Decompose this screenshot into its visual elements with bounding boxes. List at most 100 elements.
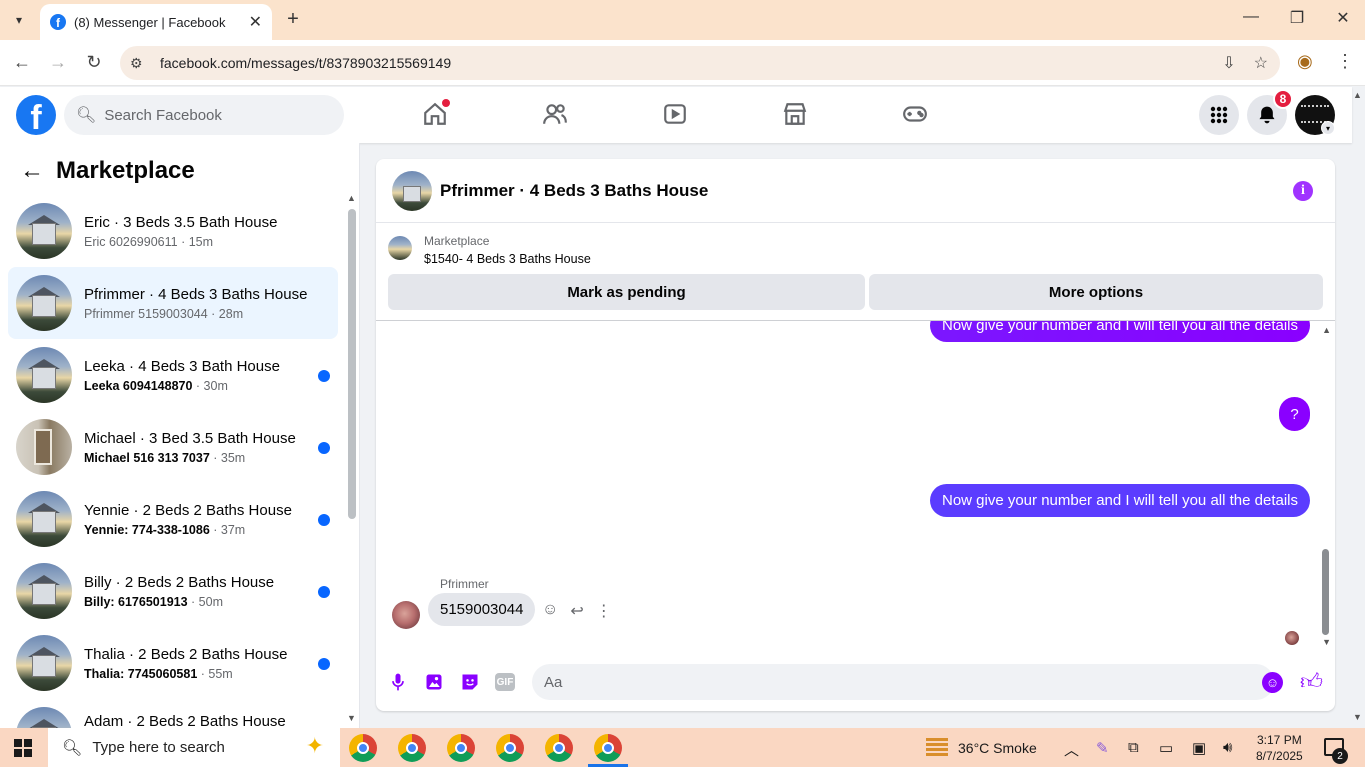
listing-title[interactable]: $1540- 4 Beds 3 Baths House [424, 252, 591, 266]
tab-search-chevron-icon[interactable]: ▾ [6, 7, 32, 33]
listing-thumbnail [16, 275, 72, 331]
forward-arrow-icon[interactable]: → [46, 52, 70, 73]
message-input[interactable] [532, 664, 1274, 700]
menu-grid-icon[interactable] [1199, 95, 1239, 135]
gaming-icon[interactable] [902, 101, 932, 129]
video-icon[interactable] [662, 101, 692, 129]
facebook-search-input[interactable] [104, 106, 325, 124]
home-icon[interactable] [422, 99, 452, 129]
sticker-icon[interactable] [459, 671, 481, 693]
tab-close-icon[interactable]: ✕ [249, 12, 262, 32]
conversation-item[interactable]: Thalia · 2 Beds 2 Baths House Thalia: 77… [8, 627, 338, 699]
conversation-preview: Pfrimmer 5159003044 [84, 306, 208, 321]
conversation-item-selected[interactable]: Pfrimmer · 4 Beds 3 Baths House Pfrimmer… [8, 267, 338, 339]
chrome-app-icon[interactable] [398, 734, 426, 762]
weather-smoke-icon[interactable] [926, 738, 948, 756]
outgoing-message[interactable]: Now give your number and I will tell you… [929, 484, 1310, 517]
photo-icon[interactable] [423, 671, 445, 693]
reply-icon[interactable]: ↩ [570, 601, 583, 621]
taskbar-clock[interactable]: 3:17 PM 8/7/2025 [1256, 732, 1303, 764]
battery-icon[interactable]: ▭ [1159, 739, 1173, 757]
omnibox[interactable]: ⚙ facebook.com/messages/t/83789032155691… [120, 46, 1280, 80]
mark-as-pending-button[interactable]: Mark as pending [388, 274, 865, 310]
sender-avatar[interactable] [392, 601, 420, 629]
back-arrow-icon[interactable]: ← [10, 52, 34, 73]
pen-icon[interactable]: ✎ [1096, 739, 1109, 757]
chrome-app-icon[interactable] [349, 734, 377, 762]
windows-start-icon[interactable] [14, 739, 32, 757]
new-tab-plus-icon[interactable]: + [282, 8, 304, 30]
listing-thumbnail[interactable] [388, 236, 412, 260]
clock-time: 3:17 PM [1257, 733, 1302, 747]
chrome-app-icon[interactable] [496, 734, 524, 762]
scroll-down-arrow-icon[interactable]: ▼ [347, 713, 356, 723]
search-icon: 🔍︎ [62, 739, 83, 757]
chat-scrollbar[interactable] [1322, 549, 1329, 635]
back-arrow-icon[interactable]: ← [20, 157, 46, 185]
conversation-item[interactable]: Eric · 3 Beds 3.5 Bath House Eric 602699… [8, 195, 338, 267]
conversation-item[interactable]: Yennie · 2 Beds 2 Baths House Yennie: 77… [8, 483, 338, 555]
install-app-icon[interactable]: ⇩ [1222, 53, 1235, 73]
volume-icon[interactable]: 🔊︎ [1223, 739, 1232, 756]
bookmark-star-icon[interactable]: ☆ [1254, 53, 1268, 73]
chat-title[interactable]: Pfrimmer · 4 Beds 3 Baths House [440, 181, 708, 201]
outgoing-message[interactable]: Now give your number and I will tell you… [929, 321, 1310, 342]
conversation-item[interactable]: Adam · 2 Beds 2 Baths House [8, 699, 338, 728]
chat-panel: Pfrimmer · 4 Beds 3 Baths House i Market… [376, 159, 1335, 711]
notifications-bell-icon[interactable]: 8 [1247, 89, 1293, 135]
incoming-message[interactable]: 5159003044 [428, 593, 536, 626]
sidebar-scrollbar[interactable] [348, 209, 356, 519]
profile-icon[interactable]: ◉ [1297, 51, 1313, 72]
weather-text[interactable]: 36°C Smoke [958, 740, 1037, 756]
home-notification-dot [442, 99, 450, 107]
gif-icon[interactable]: GIF [495, 673, 515, 691]
taskbar-search-placeholder: Type here to search [92, 739, 225, 756]
info-icon[interactable]: i [1293, 181, 1313, 201]
show-hidden-icons-chevron-icon[interactable]: ︿ [1064, 739, 1079, 760]
conversation-item[interactable]: Leeka · 4 Beds 3 Bath House Leeka 609414… [8, 339, 338, 411]
chrome-app-icon-active[interactable] [594, 734, 622, 762]
more-options-button[interactable]: More options [869, 274, 1323, 310]
microphone-icon[interactable] [387, 671, 409, 693]
taskbar-search[interactable]: 🔍︎ Type here to search ✦ [48, 728, 340, 767]
scroll-up-arrow-icon[interactable]: ▲ [1322, 325, 1331, 335]
site-settings-icon[interactable]: ⚙ [130, 55, 152, 72]
restore-icon[interactable]: ❐ [1282, 8, 1312, 28]
thumbs-up-icon[interactable]: 👍︎ [1300, 668, 1323, 695]
outgoing-message[interactable]: ? [1279, 397, 1310, 431]
url-text[interactable]: facebook.com/messages/t/8378903215569149 [160, 55, 451, 71]
react-emoji-icon[interactable]: ☺ [542, 601, 558, 621]
network-icon[interactable]: ▣ [1192, 739, 1206, 757]
browser-menu-icon[interactable]: ⋮ [1336, 51, 1354, 72]
conversation-item[interactable]: Billy · 2 Beds 2 Baths House Billy: 6176… [8, 555, 338, 627]
clock-date: 8/7/2025 [1256, 749, 1303, 763]
page-scroll-down-arrow-icon[interactable]: ▼ [1353, 712, 1362, 722]
unread-dot [318, 442, 330, 454]
account-chevron-down-icon[interactable]: ▾ [1321, 121, 1335, 135]
scroll-up-arrow-icon[interactable]: ▲ [347, 193, 356, 203]
friends-icon[interactable] [542, 101, 572, 129]
chrome-app-icon[interactable] [447, 734, 475, 762]
facebook-search[interactable]: 🔍︎ [64, 95, 344, 135]
conversation-name: Michael · 3 Bed 3.5 Bath House [84, 429, 296, 447]
emoji-icon[interactable]: ☺ [1262, 672, 1283, 693]
scroll-down-arrow-icon[interactable]: ▼ [1322, 637, 1331, 647]
minimize-icon[interactable]: — [1236, 8, 1266, 26]
listing-thumbnail [16, 203, 72, 259]
conversation-item[interactable]: Michael · 3 Bed 3.5 Bath House Michael 5… [8, 411, 338, 483]
meet-now-icon[interactable]: ⧉ [1128, 739, 1139, 756]
notification-badge: 8 [1273, 89, 1293, 109]
window-close-icon[interactable]: ✕ [1328, 8, 1358, 28]
reload-icon[interactable]: ↻ [82, 52, 106, 73]
marketplace-icon[interactable] [782, 101, 812, 129]
facebook-header: f 🔍︎ 8 ▾ [0, 87, 1352, 143]
chat-avatar[interactable] [392, 170, 432, 211]
browser-tab-messenger[interactable]: f (8) Messenger | Facebook ✕ [40, 4, 272, 40]
page-scroll-up-arrow-icon[interactable]: ▲ [1353, 90, 1362, 100]
chat-header: Pfrimmer · 4 Beds 3 Baths House i [376, 159, 1335, 223]
sidebar-title: Marketplace [56, 157, 195, 184]
facebook-logo-icon[interactable]: f [16, 95, 56, 135]
chrome-app-icon[interactable] [545, 734, 573, 762]
more-actions-icon[interactable]: ⋮ [596, 601, 612, 621]
browser-tab-bar: ▾ f (8) Messenger | Facebook ✕ + — ❐ ✕ [0, 0, 1365, 40]
